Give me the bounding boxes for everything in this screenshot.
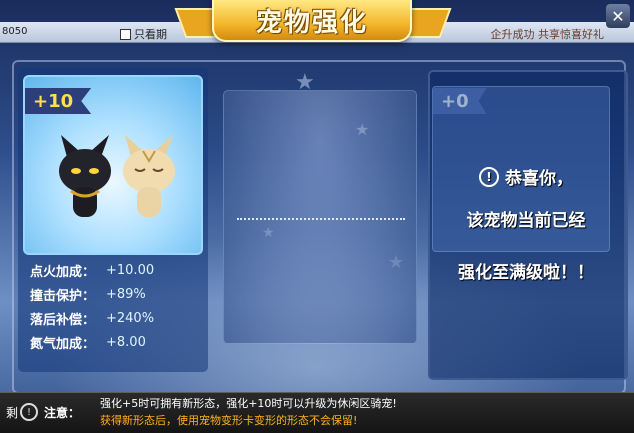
max-level-line-2: 强化至满级啦！！	[458, 263, 594, 283]
left-level-tag: +10	[25, 88, 92, 114]
stat-value: +89%	[106, 286, 146, 302]
stat-row: 氮气加成： +8.00	[30, 330, 154, 354]
material-slot-panel[interactable]	[223, 90, 417, 344]
stat-label: 撞击保护：	[30, 288, 96, 304]
close-icon[interactable]: ✕	[606, 4, 630, 28]
info-icon: !	[20, 403, 38, 421]
stat-label: 点火加成：	[30, 264, 96, 280]
stat-row: 落后补偿： +240%	[30, 306, 154, 330]
pet-stats: 点火加成： +10.00 撞击保护： +89% 落后补偿： +240% 氮气加成…	[30, 258, 154, 354]
stat-row: 点火加成： +10.00	[30, 258, 154, 282]
notice-line-2: 获得新形态后，使用宠物变形卡变形的形态不会保留!	[100, 414, 358, 427]
congrats-line: ! 恭喜你，	[428, 164, 624, 189]
stat-label: 氮气加成：	[30, 336, 96, 352]
stat-label: 落后补偿：	[30, 312, 96, 328]
right-level-tag: +0	[433, 88, 487, 114]
page-title: 宠物强化	[255, 7, 368, 38]
info-icon: !	[479, 166, 499, 187]
title-banner: 宠物强化	[212, 0, 412, 42]
max-level-line-1: 该宠物当前已经	[466, 211, 586, 231]
view-only-checkbox[interactable]: 只看期	[120, 26, 167, 42]
stat-row: 撞击保护： +89%	[30, 282, 154, 306]
checkbox-label: 只看期	[134, 28, 167, 41]
notice-line-1: 强化+5时可拥有新形态，强化+10时可以升级为休闲区骑宠!	[100, 397, 397, 410]
top-number: 8050	[2, 26, 28, 37]
stat-value: +8.00	[106, 334, 146, 350]
notice-label: 注意：	[44, 406, 81, 420]
stat-value: +10.00	[106, 262, 155, 278]
congrats-text: 恭喜你，	[505, 169, 573, 189]
stat-value: +240%	[106, 310, 155, 326]
dotted-divider	[237, 218, 405, 220]
checkbox-box[interactable]	[120, 28, 131, 40]
top-promo-text: 企升成功 共享惊喜好礼	[490, 28, 605, 41]
note-prefix: 剩	[6, 406, 19, 420]
